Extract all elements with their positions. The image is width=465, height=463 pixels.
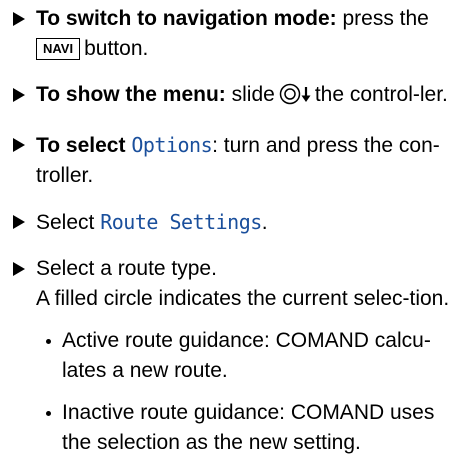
step-arrow-icon xyxy=(13,138,25,152)
document-page: To switch to navigation mode: press the … xyxy=(0,0,465,463)
list-item: Inactive route guidance: COMAND uses the… xyxy=(36,398,455,458)
bullet-dot-icon xyxy=(46,411,51,416)
step-detail: A filled circle indicates the current se… xyxy=(36,287,450,310)
step-arrow-icon xyxy=(13,12,25,26)
step-arrow-icon xyxy=(13,262,25,276)
step-select-route-settings: Select Route Settings. xyxy=(12,207,455,238)
step-label: To show the menu: xyxy=(36,83,226,106)
step-label: To select xyxy=(36,134,126,157)
step-text: the control-ler. xyxy=(314,83,448,106)
step-select-route-type: Select a route type. A filled circle ind… xyxy=(12,254,455,458)
list-item-text: Inactive route guidance: COMAND uses the… xyxy=(62,401,435,454)
list-item: Active route guidance: COMAND calcu-late… xyxy=(36,326,455,386)
step-switch-navigation: To switch to navigation mode: press the … xyxy=(12,4,455,64)
bullet-list: Active route guidance: COMAND calcu-late… xyxy=(36,326,455,458)
step-text: . xyxy=(261,211,268,234)
step-label: To switch to navigation mode: xyxy=(36,7,337,30)
step-arrow-icon xyxy=(13,215,25,229)
step-text: press the xyxy=(342,7,429,30)
step-arrow-icon xyxy=(13,88,25,102)
step-text: Select a route type. xyxy=(36,257,217,280)
list-item-text: Active route guidance: COMAND calcu-late… xyxy=(62,329,431,382)
step-text: slide xyxy=(231,83,275,106)
menu-item-options: Options xyxy=(131,133,213,157)
step-text: button. xyxy=(84,37,149,60)
step-text: Select xyxy=(36,211,95,234)
step-select-options: To select Options: turn and press the co… xyxy=(12,130,455,191)
navi-key-icon: NAVI xyxy=(36,38,81,60)
controller-slide-down-icon xyxy=(279,83,313,114)
menu-item-route-settings: Route Settings xyxy=(100,210,262,234)
step-show-menu: To show the menu: slide the control-ler. xyxy=(12,80,455,114)
bullet-dot-icon xyxy=(46,339,51,344)
